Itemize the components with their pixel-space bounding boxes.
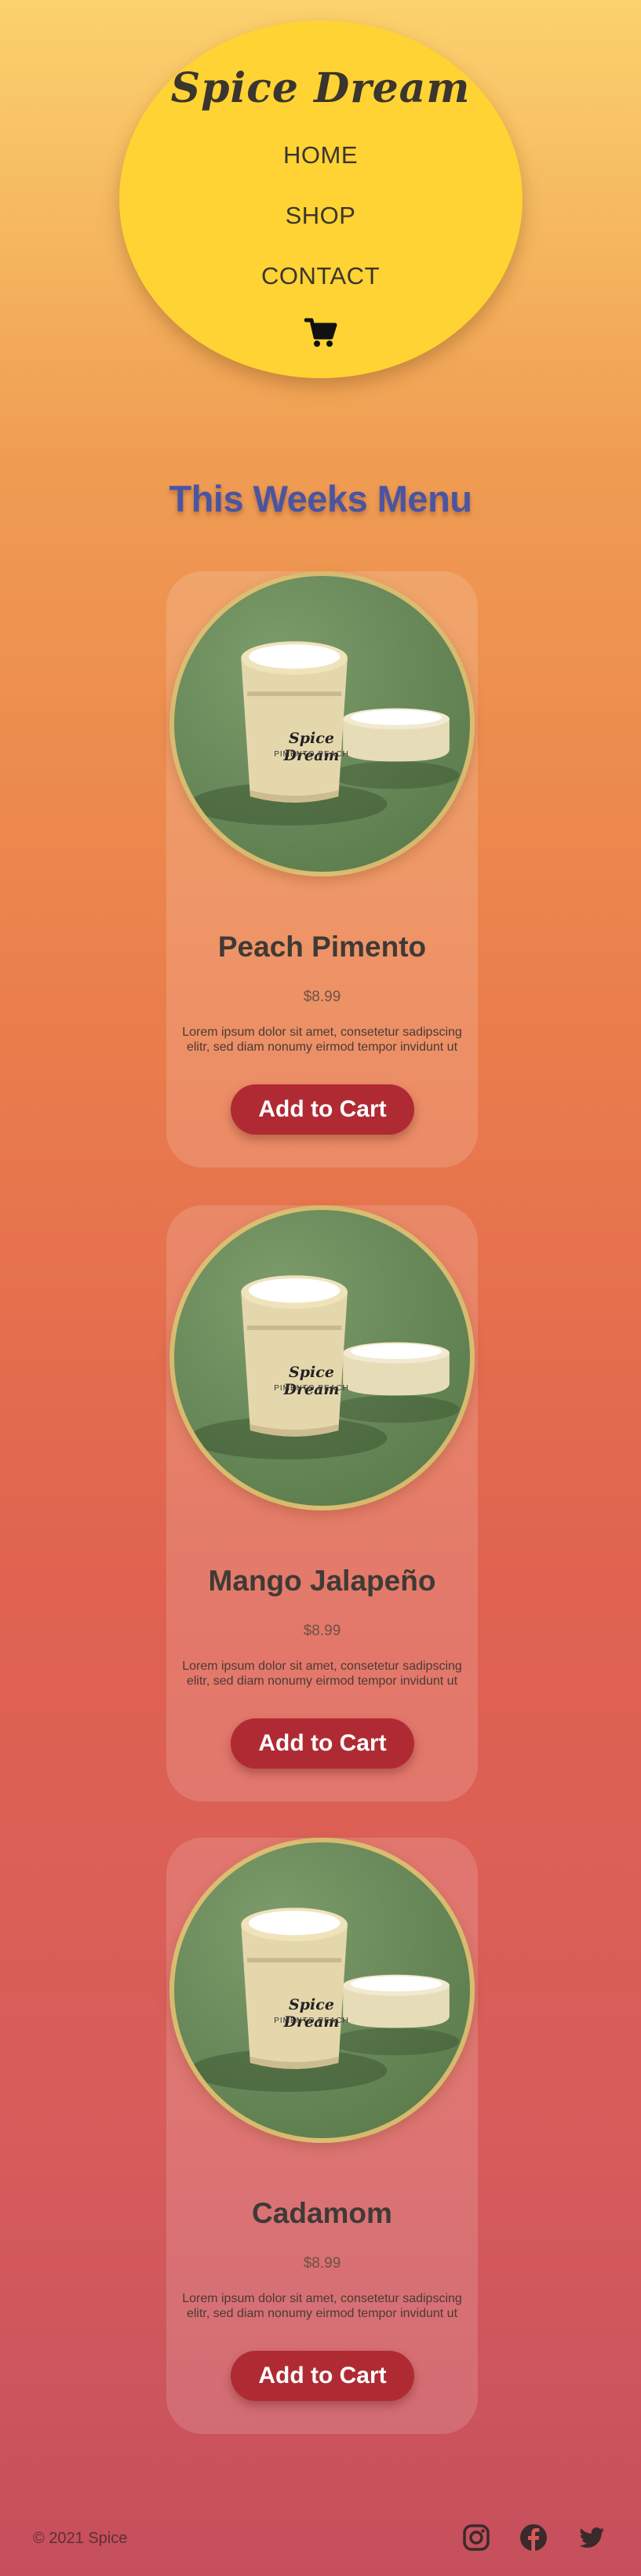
menu-title: This Weeks Menu: [169, 478, 472, 519]
menu-card: Spice Dream PIMENTO PEACH Cadamom $8.99 …: [166, 1838, 478, 2434]
product-description: Lorem ipsum dolor sit amet, consetetur s…: [182, 1660, 462, 1688]
product-description: Lorem ipsum dolor sit amet, consetetur s…: [182, 2292, 462, 2320]
product-flavor: PIMENTO PEACH: [274, 750, 349, 759]
nav-contact[interactable]: CONTACT: [0, 262, 641, 290]
product-price: $8.99: [303, 989, 341, 1005]
product-image[interactable]: Spice Dream PIMENTO PEACH: [169, 571, 475, 876]
product-image[interactable]: Spice Dream PIMENTO PEACH: [169, 1838, 475, 2143]
product-name: Cadamom: [252, 2197, 392, 2229]
instagram-icon[interactable]: [462, 2523, 490, 2552]
menu-card: Spice Dream PIMENTO PEACH Peach Pimento …: [166, 571, 478, 1168]
add-to-cart-button[interactable]: Add to Cart: [231, 2351, 414, 2401]
product-label: Spice Dream: [283, 730, 340, 764]
product-flavor: PIMENTO PEACH: [274, 2017, 349, 2025]
product-image[interactable]: Spice Dream PIMENTO PEACH: [169, 1205, 475, 1510]
footer-copyright: © 2021 Spice: [33, 2530, 128, 2547]
add-to-cart-button[interactable]: Add to Cart: [231, 1718, 414, 1769]
product-name: Mango Jalapeño: [208, 1565, 436, 1597]
nav-home[interactable]: HOME: [0, 141, 641, 169]
product-price: $8.99: [303, 1623, 341, 1639]
product-label: Spice Dream: [283, 1996, 340, 2031]
shopping-cart-icon[interactable]: [304, 317, 337, 348]
menu-card: Spice Dream PIMENTO PEACH Mango Jalapeño…: [166, 1205, 478, 1802]
facebook-icon[interactable]: [519, 2523, 548, 2552]
product-label: Spice Dream: [283, 1364, 340, 1398]
product-flavor: PIMENTO PEACH: [274, 1384, 349, 1393]
brand-logo[interactable]: Spice Dream: [0, 64, 641, 112]
product-description: Lorem ipsum dolor sit amet, consetetur s…: [182, 1026, 462, 1054]
add-to-cart-button[interactable]: Add to Cart: [231, 1084, 414, 1135]
nav-shop[interactable]: SHOP: [0, 202, 641, 230]
product-price: $8.99: [303, 2255, 341, 2272]
twitter-icon[interactable]: [577, 2523, 606, 2552]
product-name: Peach Pimento: [217, 931, 427, 963]
